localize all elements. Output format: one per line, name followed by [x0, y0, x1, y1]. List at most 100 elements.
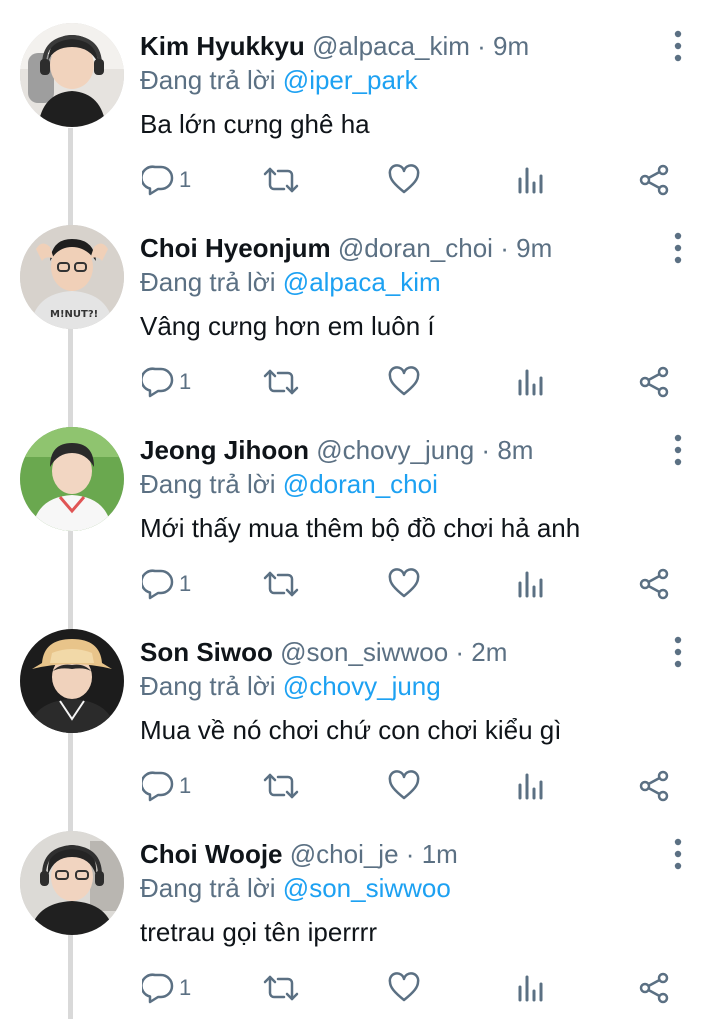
like-button[interactable] — [388, 160, 424, 200]
avatar[interactable] — [20, 629, 124, 733]
display-name[interactable]: Choi Wooje — [140, 839, 283, 869]
replying-to-line: Đang trả lời @son_siwwoo — [140, 871, 451, 905]
timestamp[interactable]: 1m — [422, 839, 458, 869]
display-name[interactable]: Son Siwoo — [140, 637, 273, 667]
like-button[interactable] — [388, 362, 424, 402]
share-button[interactable] — [638, 362, 672, 402]
more-options-button[interactable] — [664, 432, 692, 468]
more-vertical-icon — [674, 434, 682, 466]
display-name[interactable]: Kim Hyukkyu — [140, 31, 305, 61]
heart-icon — [388, 770, 420, 800]
share-button[interactable] — [638, 766, 672, 806]
svg-text:M!NUT?!: M!NUT?! — [50, 309, 98, 320]
reply-button[interactable]: 1 — [140, 766, 210, 806]
tweet[interactable]: Jeong Jihoon @chovy_jung · 8m Đang trả l… — [0, 404, 720, 606]
separator-dot: · — [477, 31, 486, 61]
tweet-text: tretrau gọi tên iperrrr — [140, 917, 377, 947]
separator-dot: · — [405, 839, 415, 869]
avatar[interactable]: M!NUT?! — [20, 225, 124, 329]
replying-to-label: Đang trả lời — [140, 873, 276, 903]
share-button[interactable] — [638, 968, 672, 1008]
view-stats-button[interactable] — [516, 362, 548, 402]
action-bar: 1 — [140, 362, 680, 402]
reply-button[interactable]: 1 — [140, 160, 210, 200]
reply-bubble-icon — [142, 569, 174, 600]
replying-to-line: Đang trả lời @alpaca_kim — [140, 265, 441, 299]
tweet[interactable]: Kim Hyukkyu @alpaca_kim · 9m Đang trả lờ… — [0, 0, 720, 202]
retweet-button[interactable] — [262, 564, 302, 604]
tweet-header: Kim Hyukkyu @alpaca_kim · 9m — [140, 28, 529, 64]
tweet-text: Mua về nó chơi chứ con chơi kiểu gì — [140, 715, 562, 745]
tweet-header: Jeong Jihoon @chovy_jung · 8m — [140, 432, 533, 468]
display-name[interactable]: Jeong Jihoon — [140, 435, 309, 465]
tweet[interactable]: Choi Wooje @choi_je · 1m Đang trả lời @s… — [0, 808, 720, 1010]
reply-button[interactable]: 1 — [140, 362, 210, 402]
tweet-header: Son Siwoo @son_siwwoo · 2m — [140, 634, 507, 670]
user-handle[interactable]: @alpaca_kim — [312, 31, 470, 61]
replying-to-label: Đang trả lời — [140, 65, 276, 95]
user-handle[interactable]: @choi_je — [290, 839, 399, 869]
share-button[interactable] — [638, 160, 672, 200]
avatar[interactable] — [20, 427, 124, 531]
more-options-button[interactable] — [664, 230, 692, 266]
view-stats-button[interactable] — [516, 766, 548, 806]
retweet-button[interactable] — [262, 968, 302, 1008]
retweet-button[interactable] — [262, 766, 302, 806]
heart-icon — [388, 568, 420, 598]
tweet-header: Choi Hyeonjum @doran_choi · 9m — [140, 230, 552, 266]
timestamp[interactable]: 9m — [493, 31, 529, 61]
timestamp[interactable]: 8m — [497, 435, 533, 465]
view-stats-button[interactable] — [516, 160, 548, 200]
more-options-button[interactable] — [664, 28, 692, 64]
tweet-text: Vâng cưng hơn em luôn í — [140, 311, 435, 341]
more-vertical-icon — [674, 636, 682, 668]
reply-bubble-icon — [142, 165, 174, 196]
reply-mention-link[interactable]: @alpaca_kim — [283, 267, 441, 297]
separator-dot: · — [481, 435, 491, 465]
separator-dot: · — [455, 637, 465, 667]
share-icon — [639, 366, 669, 398]
replying-to-label: Đang trả lời — [140, 469, 276, 499]
like-button[interactable] — [388, 968, 424, 1008]
reply-button[interactable]: 1 — [140, 968, 210, 1008]
timestamp[interactable]: 2m — [471, 637, 507, 667]
view-stats-button[interactable] — [516, 564, 548, 604]
tweet-text: Ba lớn cưng ghê ha — [140, 109, 370, 139]
replying-to-line: Đang trả lời @chovy_jung — [140, 669, 441, 703]
more-vertical-icon — [674, 30, 682, 62]
tweet[interactable]: Son Siwoo @son_siwwoo · 2m Đang trả lời … — [0, 606, 720, 808]
avatar[interactable] — [20, 23, 124, 127]
reply-bubble-icon — [142, 973, 174, 1004]
more-options-button[interactable] — [664, 634, 692, 670]
share-icon — [639, 972, 669, 1004]
reply-mention-link[interactable]: @chovy_jung — [283, 671, 441, 701]
tweet[interactable]: M!NUT?! Choi Hyeonjum @doran_choi · 9m Đ… — [0, 202, 720, 404]
avatar[interactable] — [20, 831, 124, 935]
reply-mention-link[interactable]: @son_siwwoo — [283, 873, 451, 903]
bar-chart-icon — [518, 167, 543, 194]
heart-icon — [388, 972, 420, 1002]
like-button[interactable] — [388, 564, 424, 604]
reply-button[interactable]: 1 — [140, 564, 210, 604]
share-icon — [639, 770, 669, 802]
share-icon — [639, 568, 669, 600]
timestamp[interactable]: 9m — [516, 233, 552, 263]
retweet-button[interactable] — [262, 160, 302, 200]
share-button[interactable] — [638, 564, 672, 604]
user-handle[interactable]: @son_siwwoo — [280, 637, 448, 667]
reply-mention-link[interactable]: @iper_park — [283, 65, 418, 95]
tweet-text: Mới thấy mua thêm bộ đồ chơi hả anh — [140, 513, 581, 543]
like-button[interactable] — [388, 766, 424, 806]
more-options-button[interactable] — [664, 836, 692, 872]
separator-dot: · — [500, 233, 509, 263]
reply-mention-link[interactable]: @doran_choi — [283, 469, 438, 499]
bar-chart-icon — [518, 975, 543, 1002]
bar-chart-icon — [518, 571, 543, 598]
retweet-icon — [263, 167, 299, 193]
retweet-icon — [263, 571, 299, 597]
user-handle[interactable]: @chovy_jung — [316, 435, 474, 465]
user-handle[interactable]: @doran_choi — [338, 233, 493, 263]
retweet-button[interactable] — [262, 362, 302, 402]
view-stats-button[interactable] — [516, 968, 548, 1008]
display-name[interactable]: Choi Hyeonjum — [140, 233, 331, 263]
